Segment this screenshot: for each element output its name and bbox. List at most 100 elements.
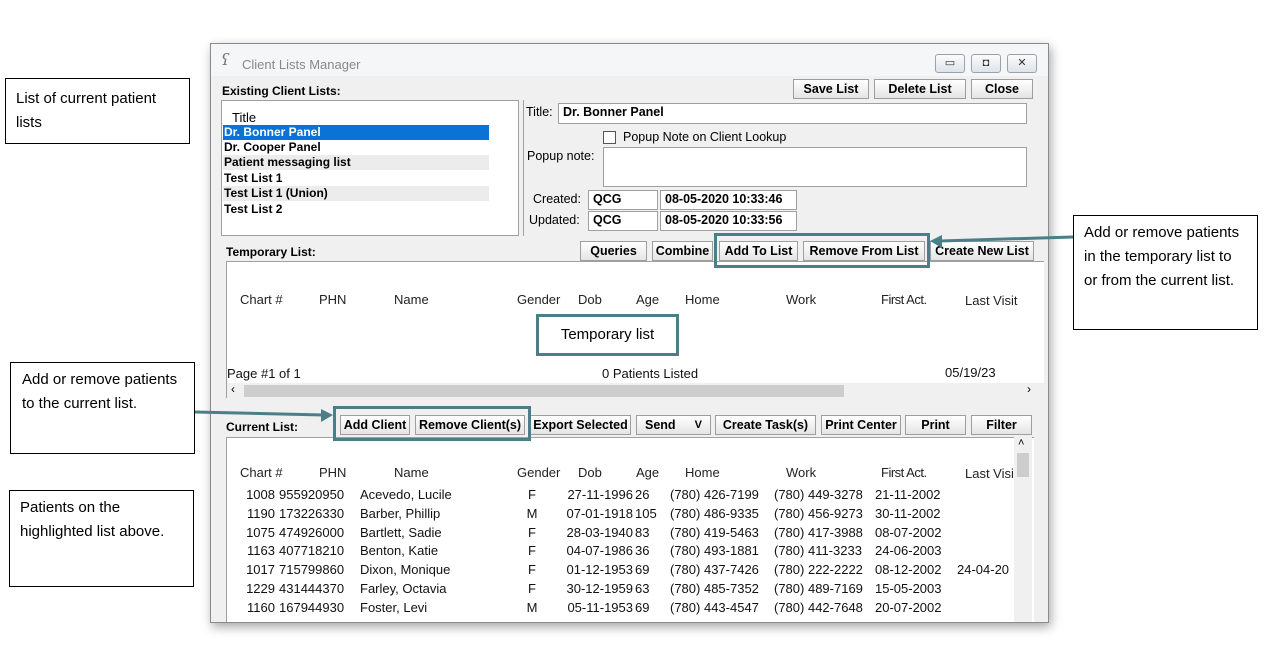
popup-note-textarea[interactable] <box>603 147 1027 187</box>
column-header-age[interactable]: Age <box>636 465 659 480</box>
cell-first: 24-06-2003 <box>875 543 942 559</box>
print-button[interactable]: Print <box>905 415 966 435</box>
created-label: Created: <box>533 192 581 206</box>
maximize-button[interactable]: ◘ <box>971 54 1001 73</box>
list-item[interactable]: Dr. Cooper Panel <box>223 140 489 155</box>
cell-gender: F <box>528 581 536 596</box>
callout-patients-highlighted: Patients on the highlighted list above. <box>9 490 194 587</box>
cell-home: (780) 493-1881 <box>670 543 759 559</box>
cell-phn: 167944930 <box>279 599 345 615</box>
column-header-gender[interactable]: Gender <box>517 465 560 480</box>
combine-button[interactable]: Combine <box>652 241 713 261</box>
table-row[interactable]: 1017 715799860 Dixon, Monique F 01-12-1953 69… <box>227 562 1017 580</box>
cell-chart: 1160 <box>247 599 275 615</box>
delete-list-button[interactable]: Delete List <box>874 79 966 99</box>
queries-button[interactable]: Queries <box>580 241 647 261</box>
export-selected-button[interactable]: Export Selected <box>530 415 631 435</box>
table-row[interactable]: 1190 173226330 Barber, Phillip M 07-01-1918 1… <box>227 506 1017 524</box>
column-header-first-act[interactable]: First Act. <box>881 465 927 480</box>
scroll-right-icon[interactable]: › <box>1027 382 1031 396</box>
cell-age: 69 <box>635 562 650 578</box>
list-item[interactable]: Test List 2 <box>223 202 489 217</box>
send-dropdown-arrow[interactable]: V <box>695 416 702 434</box>
scroll-up-icon[interactable]: ˄ <box>1018 437 1024 449</box>
create-tasks-button[interactable]: Create Task(s) <box>715 415 816 435</box>
create-new-list-button[interactable]: Create New List <box>930 241 1034 261</box>
print-center-button[interactable]: Print Center <box>821 415 901 435</box>
temporary-list-label: Temporary List: <box>226 245 316 259</box>
cell-phn: 715799860 <box>279 562 345 578</box>
close-window-button[interactable]: ✕ <box>1007 54 1037 73</box>
cell-dob: 04-07-1986 <box>566 543 634 559</box>
current-vertical-scrollbar[interactable]: ˄ <box>1014 437 1032 622</box>
column-header-chart[interactable]: Chart # <box>240 292 283 307</box>
table-row[interactable]: 1160 167944930 Foster, Levi M 05-11-1953 69 (7… <box>227 600 1017 618</box>
cell-dob: 27-11-1996 <box>567 487 633 502</box>
list-item[interactable]: Dr. Bonner Panel <box>223 125 489 140</box>
cell-gender: F <box>528 543 536 559</box>
column-header-dob[interactable]: Dob <box>578 465 602 480</box>
popup-note-checkbox-label: Popup Note on Client Lookup <box>623 130 787 144</box>
popup-note-checkbox[interactable] <box>603 131 616 144</box>
table-row[interactable]: 1008 955920950 Acevedo, Lucile F 27-11-1996 2… <box>227 487 1017 505</box>
add-to-list-button[interactable]: Add To List <box>719 241 798 261</box>
cell-first: 08-07-2002 <box>875 524 942 540</box>
column-header-work[interactable]: Work <box>786 292 816 307</box>
send-button[interactable]: Send V <box>636 415 711 435</box>
window-title: Client Lists Manager <box>242 57 361 72</box>
cell-home: (780) 486-9335 <box>670 505 759 521</box>
close-button[interactable]: Close <box>971 79 1033 99</box>
scroll-thumb[interactable] <box>244 385 844 397</box>
table-row[interactable]: 1163 407718210 Benton, Katie F 04-07-1986 36 (… <box>227 543 1017 561</box>
cell-name: Bartlett, Sadie <box>360 524 442 540</box>
cell-home: (780) 419-5463 <box>670 524 759 540</box>
column-header-chart[interactable]: Chart # <box>240 465 283 480</box>
column-header-last-visit[interactable]: Last Visi <box>965 466 1014 481</box>
table-row[interactable]: 1229 431444370 Farley, Octavia F 30-12-1959 6… <box>227 581 1017 599</box>
list-item[interactable]: Test List 1 (Union) <box>223 186 489 201</box>
cell-dob: 05-11-1953 <box>567 599 633 615</box>
column-header-phn[interactable]: PHN <box>319 292 346 307</box>
column-header-first-act[interactable]: First Act. <box>881 292 927 307</box>
column-header-phn[interactable]: PHN <box>319 465 346 480</box>
temp-horizontal-scrollbar[interactable]: ‹ › <box>227 382 1045 399</box>
table-row[interactable]: 1075 474926000 Bartlett, Sadie F 28-03-1940 8… <box>227 525 1017 543</box>
column-header-home[interactable]: Home <box>685 292 720 307</box>
cell-home: (780) 426-7199 <box>670 487 759 502</box>
cell-chart: 1075 <box>246 524 275 540</box>
scroll-thumb[interactable] <box>1017 453 1029 477</box>
cell-name: Barber, Phillip <box>360 505 441 521</box>
cell-first: 15-05-2003 <box>875 581 942 596</box>
cell-home: (780) 443-4547 <box>670 599 759 615</box>
remove-clients-button[interactable]: Remove Client(s) <box>415 415 525 435</box>
app-logo-icon: ʕ <box>221 50 230 69</box>
list-item[interactable]: Patient messaging list <box>223 155 489 170</box>
title-field[interactable]: Dr. Bonner Panel <box>558 103 1027 124</box>
updated-user-field: QCG <box>588 211 658 231</box>
updated-date-field: 08-05-2020 10:33:56 <box>660 211 797 231</box>
column-header-gender[interactable]: Gender <box>517 292 560 307</box>
minimize-button[interactable]: ▭ <box>935 54 965 73</box>
cell-home: (780) 437-7426 <box>670 562 759 578</box>
column-header-dob[interactable]: Dob <box>578 292 602 307</box>
cell-home: (780) 485-7352 <box>670 581 759 596</box>
cell-dob: 01-12-1953 <box>566 562 634 578</box>
remove-from-list-button[interactable]: Remove From List <box>803 241 925 261</box>
page-indicator: Page #1 of 1 <box>227 366 301 381</box>
list-item[interactable]: Test List 1 <box>223 171 489 186</box>
scroll-left-icon[interactable]: ‹ <box>231 382 235 396</box>
filter-button[interactable]: Filter <box>971 415 1032 435</box>
column-header-home[interactable]: Home <box>685 465 720 480</box>
cell-work: (780) 489-7169 <box>774 581 863 596</box>
cell-work: (780) 417-3988 <box>774 524 863 540</box>
column-header-work[interactable]: Work <box>786 465 816 480</box>
column-header-name[interactable]: Name <box>394 292 429 307</box>
cell-age: 36 <box>635 543 650 559</box>
column-header-last-visit[interactable]: Last Visit <box>965 293 1018 308</box>
column-header-name[interactable]: Name <box>394 465 429 480</box>
created-date-field: 08-05-2020 10:33:46 <box>660 190 797 210</box>
send-label: Send <box>645 418 676 432</box>
save-list-button[interactable]: Save List <box>793 79 869 99</box>
column-header-age[interactable]: Age <box>636 292 659 307</box>
add-client-button[interactable]: Add Client <box>340 415 410 435</box>
